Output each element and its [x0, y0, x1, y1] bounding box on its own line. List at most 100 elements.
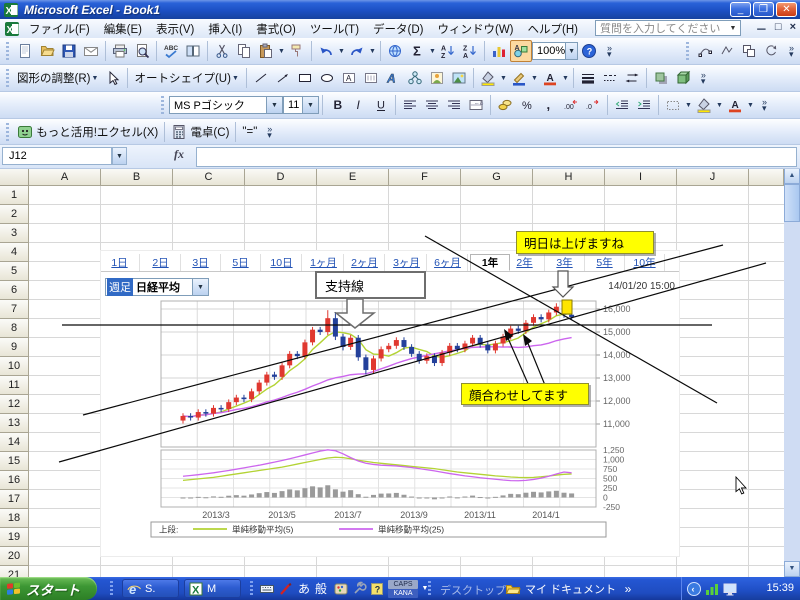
- row-header-16[interactable]: 16: [0, 471, 29, 490]
- cut-button[interactable]: [211, 40, 233, 62]
- print-preview-button[interactable]: [131, 40, 153, 62]
- font-color-dropdown-icon[interactable]: ▼: [746, 94, 755, 116]
- undo-dropdown-icon[interactable]: ▼: [337, 40, 346, 62]
- toolbar-options-chevron[interactable]: »▾: [603, 45, 616, 57]
- calculator-button[interactable]: 電卓(C): [168, 122, 232, 142]
- increase-decimal-button[interactable]: .00: [560, 94, 582, 116]
- draw-menu-button[interactable]: 図形の調整(R)▼: [14, 65, 102, 91]
- keyboard-icon[interactable]: [258, 580, 275, 597]
- network-monitor-icon[interactable]: [722, 581, 738, 597]
- menu-ツール(T)[interactable]: ツール(T): [303, 19, 366, 39]
- toolbar-options-chevron[interactable]: »▾: [263, 126, 276, 138]
- bold-button[interactable]: B: [326, 94, 348, 116]
- menu-ウィンドウ(W)[interactable]: ウィンドウ(W): [431, 19, 521, 39]
- desktop-toolbar-label[interactable]: デスクトップ: [440, 582, 506, 598]
- align-center-button[interactable]: [421, 94, 443, 116]
- network-signal-icon[interactable]: [704, 581, 720, 597]
- tray-collapse-icon[interactable]: ‹: [686, 581, 702, 597]
- row-header-10[interactable]: 10: [0, 357, 29, 376]
- help-button[interactable]: ?: [578, 40, 600, 62]
- row-header-2[interactable]: 2: [0, 205, 29, 224]
- line-button[interactable]: [250, 67, 272, 89]
- rotate-shape-button[interactable]: [760, 40, 782, 62]
- column-header-F[interactable]: F: [389, 168, 461, 186]
- fill-color-button[interactable]: [693, 94, 715, 116]
- oval-button[interactable]: [316, 67, 338, 89]
- borders-dropdown-icon[interactable]: ▼: [684, 94, 693, 116]
- ime-conversion-mode[interactable]: 般: [313, 580, 329, 597]
- currency-button[interactable]: [494, 94, 516, 116]
- edit-points-button[interactable]: [694, 40, 716, 62]
- diagram-button[interactable]: [404, 67, 426, 89]
- desktop-toolbar-grip[interactable]: [428, 581, 431, 596]
- ime-tool-icon[interactable]: [350, 580, 367, 597]
- line-color-dropdown-icon[interactable]: ▼: [530, 67, 539, 89]
- insert-hyperlink-button[interactable]: [384, 40, 406, 62]
- toolbar-grip[interactable]: [6, 42, 9, 60]
- row-header-13[interactable]: 13: [0, 414, 29, 433]
- save-button[interactable]: [58, 40, 80, 62]
- menu-ファイル(F)[interactable]: ファイル(F): [22, 19, 97, 39]
- merge-center-button[interactable]: ←a→: [465, 94, 487, 116]
- toolbar-overflow-chevron[interactable]: »: [622, 580, 634, 597]
- toolbar-options-chevron[interactable]: »▾: [758, 99, 771, 111]
- fill-color-dropdown-icon[interactable]: ▼: [499, 67, 508, 89]
- scroll-up-icon[interactable]: ▲: [784, 168, 800, 184]
- sheet-close-button[interactable]: ×: [790, 21, 796, 37]
- decrease-indent-button[interactable]: [611, 94, 633, 116]
- toolbar-grip[interactable]: [6, 123, 9, 141]
- freeform-button[interactable]: [716, 40, 738, 62]
- sheet-minimize-button[interactable]: －: [756, 21, 767, 37]
- toolbar-grip[interactable]: [6, 69, 9, 87]
- formula-input[interactable]: [196, 147, 797, 167]
- column-header-D[interactable]: D: [245, 168, 317, 186]
- language-bar-grip[interactable]: [250, 581, 253, 596]
- paste-button[interactable]: [255, 40, 277, 62]
- column-header-E[interactable]: E: [317, 168, 389, 186]
- name-box[interactable]: J12: [2, 147, 112, 165]
- name-box-dropdown-icon[interactable]: ▼: [112, 147, 127, 165]
- row-header-11[interactable]: 11: [0, 376, 29, 395]
- row-header-14[interactable]: 14: [0, 433, 29, 452]
- underline-button[interactable]: U: [370, 94, 392, 116]
- kana-indicator[interactable]: KANA: [388, 589, 418, 598]
- font-name-dropdown-icon[interactable]: ▼: [266, 97, 282, 113]
- column-header-H[interactable]: H: [533, 168, 605, 186]
- menu-ヘルプ(H)[interactable]: ヘルプ(H): [521, 19, 585, 39]
- row-header-8[interactable]: 8: [0, 319, 29, 338]
- sheet-restore-button[interactable]: □: [775, 21, 782, 37]
- callout-tomorrow-up[interactable]: 明日は上げますね: [516, 231, 654, 254]
- menu-書式(O)[interactable]: 書式(O): [249, 19, 303, 39]
- taskbar-task-S.[interactable]: eS.: [122, 579, 179, 598]
- spelling-button[interactable]: ABC: [160, 40, 182, 62]
- quicklaunch-grip[interactable]: [110, 581, 113, 596]
- wordart-button[interactable]: A: [382, 67, 404, 89]
- decrease-decimal-button[interactable]: .0: [582, 94, 604, 116]
- row-header-15[interactable]: 15: [0, 452, 29, 471]
- my-documents-button[interactable]: マイ ドキュメント: [505, 581, 616, 597]
- row-header-3[interactable]: 3: [0, 224, 29, 243]
- callout-support-line[interactable]: 支持線: [315, 271, 426, 299]
- column-header-G[interactable]: G: [461, 168, 533, 186]
- chart-wizard-button[interactable]: [488, 40, 510, 62]
- dash-style-button[interactable]: [599, 67, 621, 89]
- group-objects-button[interactable]: [738, 40, 760, 62]
- vertical-scrollbar[interactable]: ▲ ▼: [784, 168, 800, 577]
- new-document-button[interactable]: [14, 40, 36, 62]
- font-name-combo[interactable]: MS Pゴシック▼: [169, 96, 283, 114]
- clip-art-button[interactable]: [426, 67, 448, 89]
- font-color-button[interactable]: A: [539, 67, 561, 89]
- row-header-6[interactable]: 6: [0, 281, 29, 300]
- open-button[interactable]: [36, 40, 58, 62]
- 3d-style-button[interactable]: [672, 67, 694, 89]
- toolbar-options-chevron[interactable]: »▾: [697, 72, 710, 84]
- scrollbar-thumb[interactable]: [784, 184, 800, 222]
- redo-button[interactable]: [346, 40, 368, 62]
- italic-button[interactable]: I: [348, 94, 370, 116]
- font-color-dropdown-icon[interactable]: ▼: [561, 67, 570, 89]
- align-left-button[interactable]: [399, 94, 421, 116]
- row-header-9[interactable]: 9: [0, 338, 29, 357]
- insert-function-button[interactable]: fx: [168, 147, 190, 165]
- text-box-button[interactable]: A: [338, 67, 360, 89]
- row-header-12[interactable]: 12: [0, 395, 29, 414]
